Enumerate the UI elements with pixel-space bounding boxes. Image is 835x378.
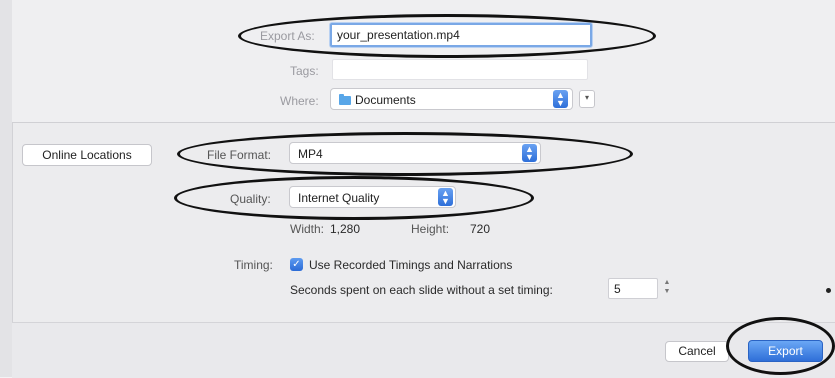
online-locations-label: Online Locations xyxy=(42,148,132,162)
tags-input[interactable] xyxy=(332,59,588,80)
cancel-label: Cancel xyxy=(678,344,716,358)
annotation-ellipse-export-as xyxy=(238,14,656,58)
where-label: Where: xyxy=(280,94,319,108)
tags-label: Tags: xyxy=(290,64,319,78)
seconds-stepper[interactable]: ▲ ▼ xyxy=(662,278,672,298)
folder-icon xyxy=(339,94,351,105)
width-label: Width: xyxy=(290,222,325,236)
annotation-ellipse-file-format xyxy=(177,132,633,176)
where-value: Documents xyxy=(355,93,416,107)
export-dialog: Export As: your_presentation.mp4 Tags: W… xyxy=(0,0,835,378)
seconds-label: Seconds spent on each slide without a se… xyxy=(290,283,553,297)
online-locations-button[interactable]: Online Locations xyxy=(22,144,152,166)
seconds-input[interactable]: 5 xyxy=(608,278,658,299)
use-recorded-checkbox[interactable]: ✓ xyxy=(290,258,303,271)
seconds-value: 5 xyxy=(614,282,621,296)
dot-marker xyxy=(826,288,831,293)
timing-label: Timing: xyxy=(234,258,273,272)
where-popup[interactable]: Documents ▲ ▼ xyxy=(330,88,573,110)
use-recorded-label: Use Recorded Timings and Narrations xyxy=(309,258,513,272)
height-label: Height: xyxy=(411,222,450,236)
expand-dialog-button[interactable]: ▾ xyxy=(579,90,595,108)
height-value: 720 xyxy=(470,222,491,236)
cancel-button[interactable]: Cancel xyxy=(665,341,729,362)
annotation-ellipse-export xyxy=(726,317,835,375)
updown-arrows-icon: ▲ ▼ xyxy=(553,90,568,108)
annotation-ellipse-quality xyxy=(174,176,534,220)
checkmark-icon: ✓ xyxy=(292,259,301,270)
width-value: 1,280 xyxy=(330,222,361,236)
